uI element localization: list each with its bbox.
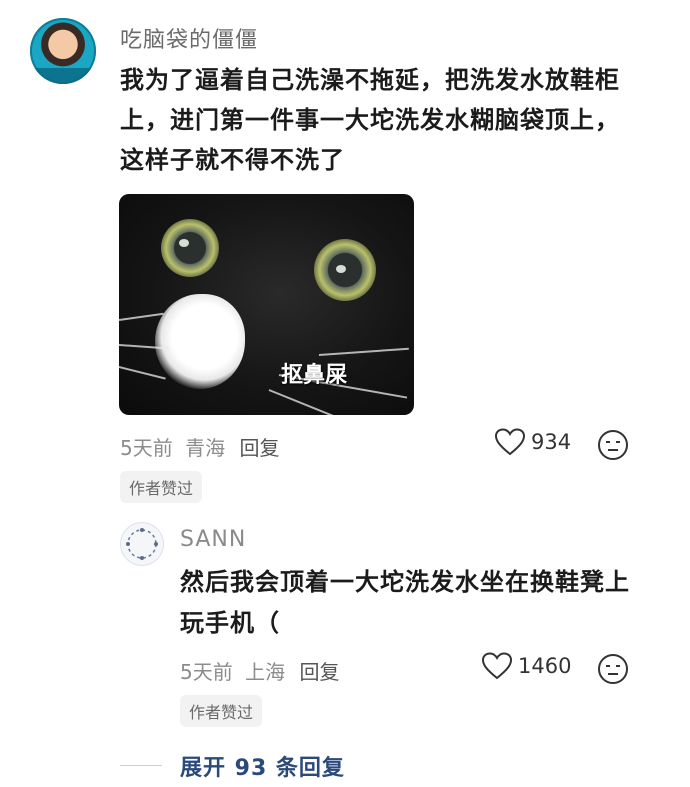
comment-meta: 5天前 青海 回复 [120, 432, 279, 461]
comment-text: 我为了逼着自己洗澡不拖延，把洗发水放鞋柜上，进门第一件事一大坨洗发水糊脑袋顶上，… [120, 66, 620, 174]
comment-time: 5天前 [120, 436, 173, 460]
cat-right-eye [314, 239, 376, 301]
whisker [318, 347, 409, 356]
whisker [119, 366, 166, 380]
reply-like-count: 1460 [518, 654, 572, 678]
meme-caption: 抠鼻屎 [281, 363, 348, 388]
dislike-face-icon[interactable] [597, 653, 629, 685]
comment-like-count: 934 [531, 430, 572, 454]
reply-like-group[interactable]: 1460 [482, 652, 571, 680]
replier-avatar[interactable] [120, 522, 164, 566]
cat-white-muzzle [155, 294, 245, 389]
cat-left-eye [161, 219, 219, 277]
comment-location: 青海 [185, 436, 226, 460]
expand-divider [120, 765, 162, 766]
comment-like-group[interactable]: 934 [495, 428, 571, 456]
author-liked-badge: 作者赞过 [120, 471, 203, 503]
comment-image[interactable]: 抠鼻屎 [119, 194, 414, 415]
commenter-username[interactable]: 吃脑袋的僵僵 [120, 22, 258, 54]
heart-icon[interactable] [482, 652, 512, 680]
comment-reply-button[interactable]: 回复 [239, 436, 279, 460]
reply-time: 5天前 [180, 660, 233, 684]
reply-location: 上海 [245, 660, 286, 684]
reply-reply-button[interactable]: 回复 [299, 660, 339, 684]
dislike-face-icon[interactable] [597, 429, 629, 461]
wreath-icon [126, 528, 158, 560]
expand-replies-button[interactable]: 展开 93 条回复 [180, 750, 345, 782]
reply-meta: 5天前 上海 回复 [180, 656, 339, 685]
whisker [119, 312, 164, 321]
reply-text: 然后我会顶着一大坨洗发水坐在换鞋凳上玩手机（ [180, 568, 630, 637]
heart-icon[interactable] [495, 428, 525, 456]
reply-author-liked-badge: 作者赞过 [180, 695, 263, 727]
replier-username[interactable]: SANN [180, 527, 246, 552]
commenter-avatar[interactable] [30, 18, 96, 84]
